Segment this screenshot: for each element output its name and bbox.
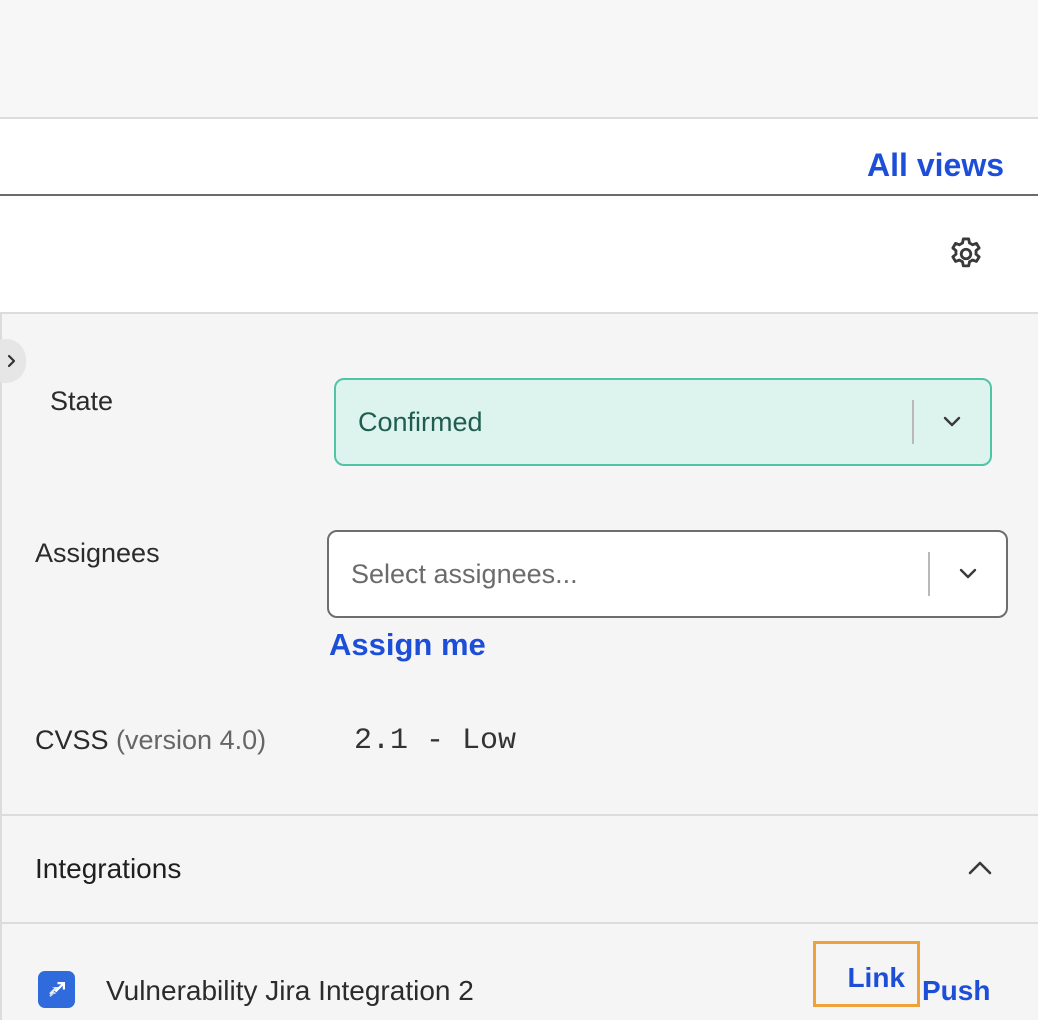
- chevron-down-icon: [930, 532, 1006, 616]
- details-side-panel: State Confirmed Assignees Select assigne…: [0, 314, 1038, 1020]
- cvss-value: 2.1 - Low: [354, 724, 517, 758]
- chevron-right-icon: [7, 354, 16, 368]
- toolbar: [0, 196, 1038, 314]
- assignees-placeholder: Select assignees...: [351, 558, 578, 589]
- collapse-panel-button[interactable]: [0, 339, 26, 383]
- cvss-label: CVSS (version 4.0): [35, 725, 266, 756]
- state-label: State: [50, 386, 114, 416]
- integration-row: Vulnerability Jira Integration 2 Link Pu…: [2, 924, 1038, 1020]
- integration-name: Vulnerability Jira Integration 2: [106, 975, 474, 1006]
- integrations-section-header[interactable]: Integrations: [2, 816, 1038, 922]
- integrations-title: Integrations: [35, 853, 182, 884]
- all-views-link[interactable]: All views: [867, 147, 1004, 184]
- chevron-up-icon: [960, 850, 1000, 886]
- link-button[interactable]: Link: [813, 941, 920, 1007]
- assignees-select[interactable]: Select assignees...: [327, 530, 1008, 618]
- state-select[interactable]: Confirmed: [334, 378, 992, 466]
- assign-me-link[interactable]: Assign me: [329, 627, 486, 663]
- state-value: Confirmed: [358, 406, 483, 437]
- push-button[interactable]: Push: [922, 975, 990, 1007]
- top-band: [0, 0, 1038, 119]
- settings-button[interactable]: [944, 232, 988, 276]
- chevron-down-icon: [914, 380, 990, 464]
- cvss-version: (version 4.0): [116, 725, 267, 755]
- assignees-label: Assignees: [35, 538, 160, 568]
- jira-icon: [38, 971, 75, 1008]
- cvss-label-text: CVSS: [35, 725, 109, 755]
- views-bar: All views: [0, 119, 1038, 196]
- gear-icon: [951, 237, 981, 268]
